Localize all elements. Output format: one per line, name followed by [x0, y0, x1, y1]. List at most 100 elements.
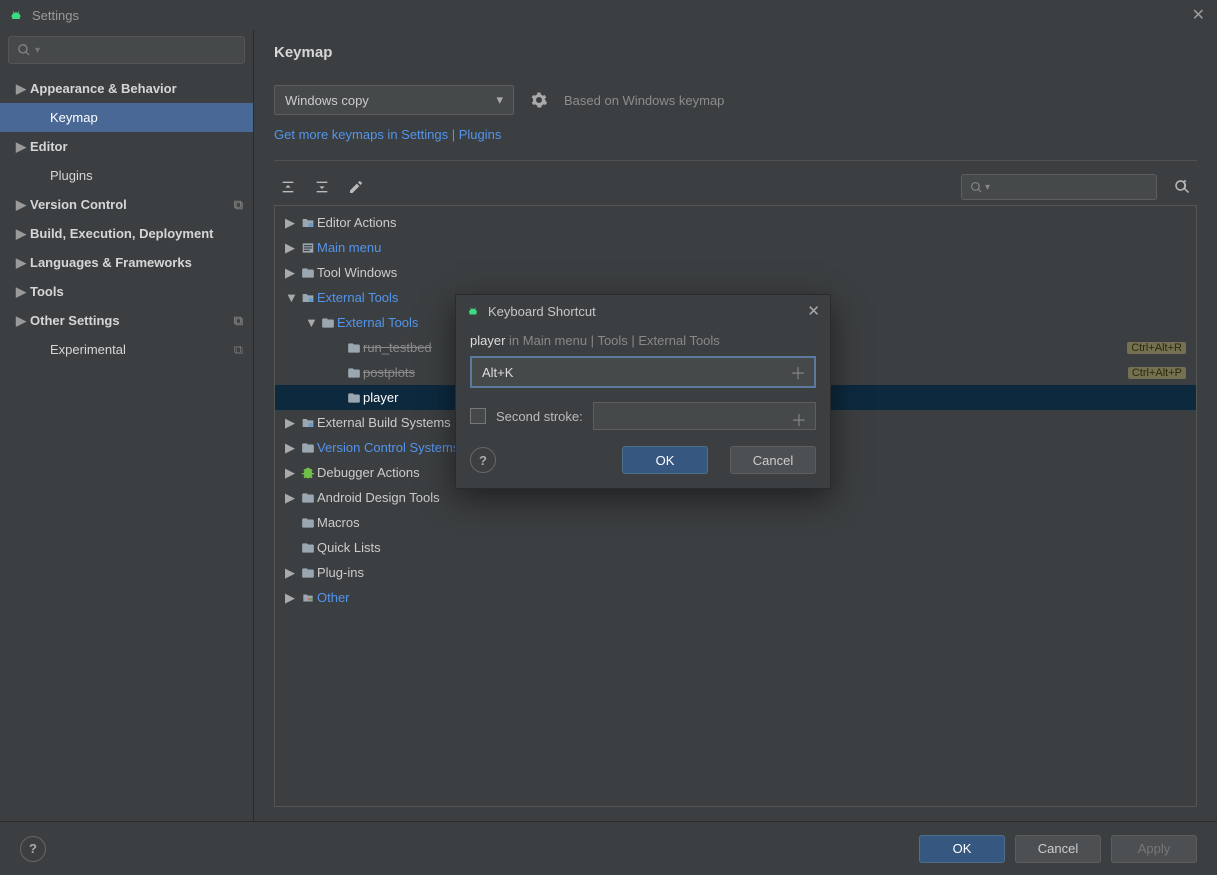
tree-row-label: Android Design Tools — [317, 490, 440, 505]
sidebar-item-label: Experimental — [50, 342, 126, 357]
find-actions-by-shortcut-icon[interactable] — [1167, 174, 1197, 200]
close-icon[interactable]: ✕ — [1188, 1, 1209, 29]
settings-sidebar: ▾ ▶Appearance & BehaviorKeymap▶EditorPlu… — [0, 30, 254, 821]
folder-icon — [345, 391, 363, 405]
tree-row-label: Quick Lists — [317, 540, 381, 555]
apply-button[interactable]: Apply — [1111, 835, 1197, 863]
tree-row-label: Main menu — [317, 240, 381, 255]
modal-title: Keyboard Shortcut — [488, 304, 596, 319]
tree-row-label: postplots — [363, 365, 415, 380]
chevron-right-icon: ▶ — [285, 240, 299, 256]
sidebar-item[interactable]: ▶Editor — [0, 132, 253, 161]
tree-row-label: External Build Systems — [317, 415, 451, 430]
blank — [331, 390, 345, 405]
sidebar-item[interactable]: Plugins — [0, 161, 253, 190]
chevron-right-icon: ▶ — [285, 440, 299, 456]
tree-row-label: Editor Actions — [317, 215, 397, 230]
chevron-right-icon: ▶ — [285, 415, 299, 431]
titlebar: Settings ✕ — [0, 0, 1217, 30]
tree-row-label: run_testbed — [363, 340, 432, 355]
edit-icon[interactable] — [342, 173, 370, 201]
folder-icon — [299, 441, 317, 455]
folder-icon — [345, 366, 363, 380]
add-stroke-icon[interactable]: ＋ — [790, 360, 806, 384]
chevron-right-icon: ▶ — [285, 265, 299, 281]
chevron-right-icon: ▶ — [16, 313, 30, 329]
action-path: player in Main menu | Tools | External T… — [470, 333, 816, 348]
sidebar-item[interactable]: ▶Languages & Frameworks — [0, 248, 253, 277]
expand-all-icon[interactable] — [274, 173, 302, 201]
ok-button[interactable]: OK — [919, 835, 1005, 863]
chevron-right-icon: ▶ — [285, 215, 299, 231]
sidebar-search-input[interactable]: ▾ — [8, 36, 245, 64]
tree-row[interactable]: ▶ Plug-ins — [275, 560, 1196, 585]
sidebar-item-label: Other Settings — [30, 313, 120, 328]
sidebar-item-label: Version Control — [30, 197, 127, 212]
tree-row[interactable]: ▶ Main menu — [275, 235, 1196, 260]
tree-row[interactable]: Macros — [275, 510, 1196, 535]
close-icon[interactable]: ✕ — [807, 302, 820, 320]
folder-icon — [299, 491, 317, 505]
tree-row[interactable]: Quick Lists — [275, 535, 1196, 560]
folder-icon — [299, 516, 317, 530]
shortcut-badge: Ctrl+Alt+R — [1127, 342, 1186, 354]
sidebar-item[interactable]: ▶Other Settings⧉ — [0, 306, 253, 335]
sidebar-item[interactable]: ▶Appearance & Behavior — [0, 74, 253, 103]
sidebar-item[interactable]: Keymap — [0, 103, 253, 132]
chevron-right-icon: ▶ — [285, 565, 299, 581]
collapse-all-icon[interactable] — [308, 173, 336, 201]
keymap-dropdown[interactable]: Windows copy ▾ — [274, 85, 514, 115]
sidebar-item[interactable]: ▶Tools — [0, 277, 253, 306]
tree-row[interactable]: ▶Other — [275, 585, 1196, 610]
chevron-down-icon: ▼ — [305, 315, 319, 330]
android-logo-icon — [466, 304, 480, 318]
folder-icon — [345, 341, 363, 355]
add-stroke-icon[interactable]: ＋ — [791, 407, 807, 431]
first-stroke-input[interactable]: Alt+K ＋ — [470, 356, 816, 388]
tree-row-label: Tool Windows — [317, 265, 397, 280]
chevron-right-icon: ▶ — [16, 284, 30, 300]
based-on-text: Based on Windows keymap — [564, 93, 724, 108]
tree-row[interactable]: ▶ Tool Windows — [275, 260, 1196, 285]
android-logo-icon — [8, 7, 24, 23]
help-icon[interactable]: ? — [470, 447, 496, 473]
other-icon — [299, 591, 317, 605]
tree-row-label: External Tools — [317, 290, 398, 305]
cancel-button[interactable]: Cancel — [730, 446, 816, 474]
sidebar-item[interactable]: Experimental⧉ — [0, 335, 253, 364]
chevron-right-icon: ▶ — [16, 226, 30, 242]
menu-icon — [299, 241, 317, 255]
folder-icon — [299, 566, 317, 580]
ok-button[interactable]: OK — [622, 446, 708, 474]
tree-row-label: Other — [317, 590, 350, 605]
page-title: Keymap — [274, 44, 1197, 61]
help-icon[interactable]: ? — [20, 836, 46, 862]
second-stroke-input[interactable]: ＋ — [593, 402, 816, 430]
get-more-keymaps-link[interactable]: Get more keymaps in Settings | Plugins — [274, 127, 1197, 142]
chevron-down-icon: ▾ — [496, 92, 503, 108]
tree-row-label: External Tools — [337, 315, 418, 330]
chevron-right-icon: ▶ — [16, 81, 30, 97]
cancel-button[interactable]: Cancel — [1015, 835, 1101, 863]
shortcut-badge: Ctrl+Alt+P — [1128, 367, 1186, 379]
keymap-selected-value: Windows copy — [285, 93, 369, 108]
blank — [331, 365, 345, 380]
sidebar-item-label: Tools — [30, 284, 64, 299]
gear-icon — [299, 215, 317, 231]
second-stroke-checkbox[interactable] — [470, 408, 486, 424]
chevron-right-icon: ▶ — [16, 197, 30, 213]
sidebar-item-label: Editor — [30, 139, 68, 154]
tree-row-label: Plug-ins — [317, 565, 364, 580]
tree-search-input[interactable]: ▾ — [961, 174, 1157, 200]
chevron-right-icon: ▶ — [16, 139, 30, 155]
sidebar-item-label: Languages & Frameworks — [30, 255, 192, 270]
sidebar-item-label: Keymap — [50, 110, 98, 125]
gear-icon — [299, 290, 317, 306]
chevron-right-icon: ▶ — [285, 465, 299, 481]
gear-icon — [299, 415, 317, 431]
tree-row[interactable]: ▶ Editor Actions — [275, 210, 1196, 235]
gear-icon[interactable] — [530, 91, 548, 109]
sidebar-item[interactable]: ▶Version Control⧉ — [0, 190, 253, 219]
sidebar-item[interactable]: ▶Build, Execution, Deployment — [0, 219, 253, 248]
tree-row-label: Debugger Actions — [317, 465, 420, 480]
